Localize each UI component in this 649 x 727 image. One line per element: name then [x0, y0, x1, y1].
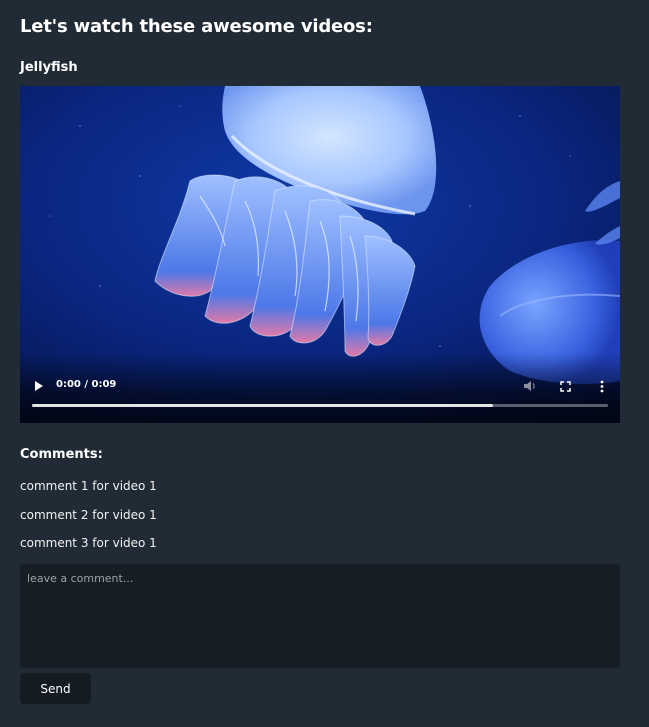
time-display: 0:00 / 0:09: [56, 379, 117, 390]
video-title: Jellyfish: [20, 60, 78, 75]
fullscreen-icon[interactable]: [560, 381, 571, 392]
volume-icon[interactable]: [523, 379, 537, 393]
send-button[interactable]: Send: [20, 673, 91, 704]
play-icon[interactable]: [34, 380, 44, 392]
comment-item: comment 1 for video 1: [20, 479, 157, 493]
comments-heading: Comments:: [20, 447, 103, 462]
video-player[interactable]: 0:00 / 0:09: [20, 86, 620, 423]
progress-bar[interactable]: [32, 404, 608, 407]
comment-input[interactable]: [20, 564, 620, 668]
progress-fill: [32, 404, 493, 407]
comment-item: comment 2 for video 1: [20, 508, 157, 522]
more-vert-icon[interactable]: [599, 380, 605, 393]
comment-item: comment 3 for video 1: [20, 536, 157, 550]
page-title: Let's watch these awesome videos:: [20, 16, 373, 37]
page: Let's watch these awesome videos: Jellyf…: [0, 0, 649, 727]
